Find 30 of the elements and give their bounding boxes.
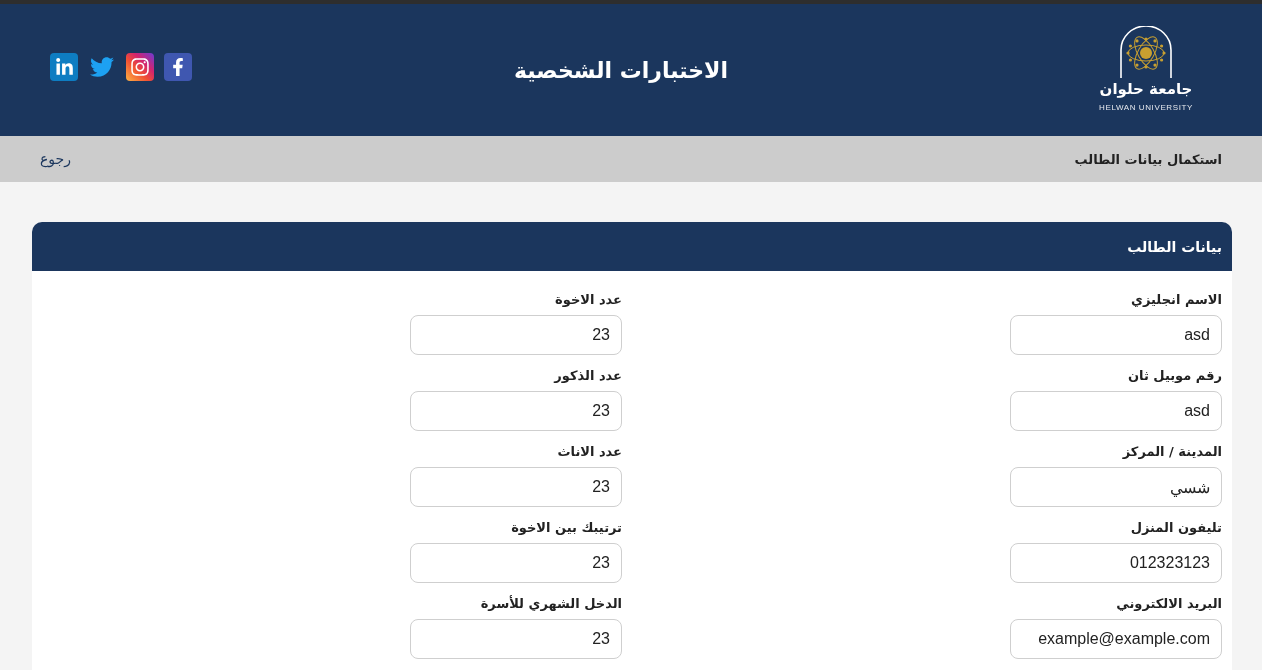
instagram-icon[interactable] — [126, 53, 154, 81]
back-link[interactable]: رجوع — [40, 151, 71, 167]
field-label: الاسم انجليزي — [1131, 291, 1222, 308]
field-label: البريد الالكتروني — [1116, 595, 1222, 612]
text-field[interactable]: 23 — [410, 619, 622, 659]
text-field[interactable]: 23 — [410, 543, 622, 583]
field-label: عدد الاناث — [557, 443, 622, 460]
text-field[interactable]: 23 — [410, 315, 622, 355]
field-label: عدد الذكور — [554, 367, 622, 384]
linkedin-icon[interactable] — [50, 53, 78, 81]
field-label: ترتيبك بين الاخوة — [511, 519, 622, 536]
card-title: بيانات الطالب — [1127, 238, 1222, 255]
text-field[interactable]: شسي — [1010, 467, 1222, 507]
field-label: تليفون المنزل — [1130, 519, 1222, 536]
text-field[interactable]: 23 — [410, 391, 622, 431]
page-title: الاختبارات الشخصية — [514, 57, 728, 83]
arch-atom-emblem-icon — [1118, 25, 1174, 78]
section-heading: استكمال بيانات الطالب — [1074, 151, 1222, 167]
field-label: رقم موبيل ثان — [1127, 367, 1222, 384]
field-label: عدد الاخوة — [555, 291, 622, 308]
facebook-icon[interactable] — [164, 53, 192, 81]
text-field[interactable]: asd — [1010, 315, 1222, 355]
text-field[interactable]: example@example.com — [1010, 619, 1222, 659]
field-label: الدخل الشهري للأسرة — [480, 595, 622, 612]
text-field[interactable]: 012323123 — [1010, 543, 1222, 583]
text-field[interactable]: 23 — [410, 467, 622, 507]
field-label: المدينة / المركز — [1122, 443, 1222, 460]
text-field[interactable]: asd — [1010, 391, 1222, 431]
logo-english-name: HELWAN UNIVERSITY — [1099, 102, 1193, 113]
logo-arabic-name: جامعة حلوان — [1099, 79, 1193, 98]
